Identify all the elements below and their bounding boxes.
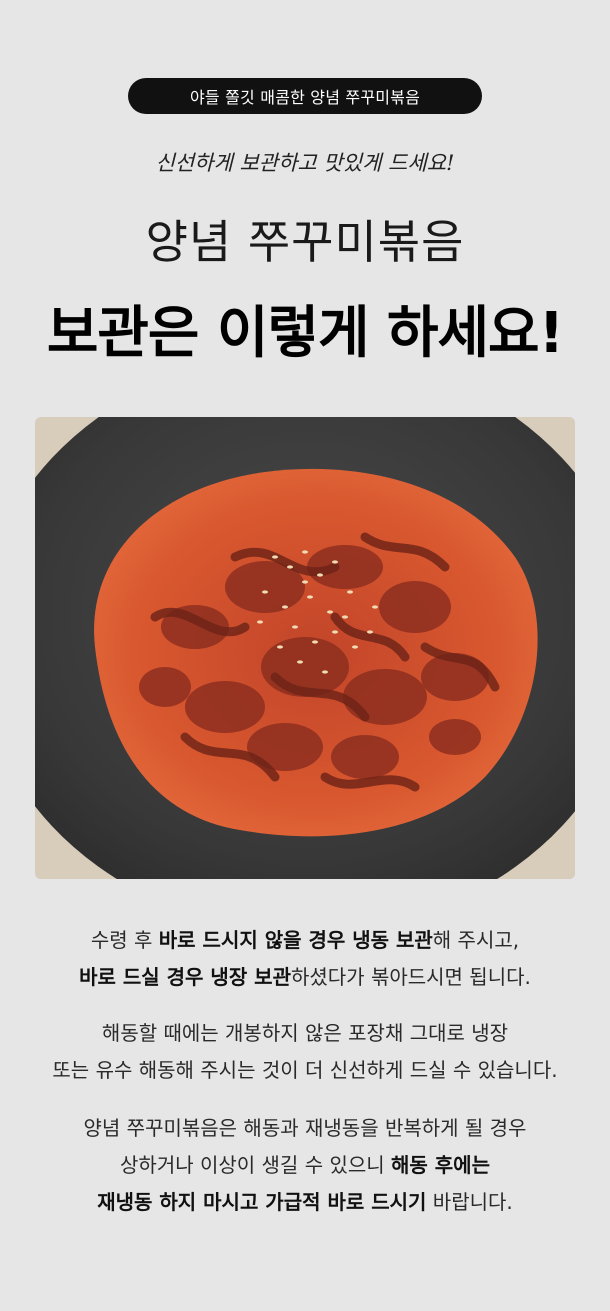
script-tagline: 신선하게 보관하고 맛있게 드세요! (155, 151, 455, 175)
subtitle-pill: 야들 쫄깃 매콤한 양념 쭈꾸미볶음 (128, 78, 482, 114)
text-line: 해동할 때에는 개봉하지 않은 포장채 그대로 냉장 (101, 1021, 509, 1045)
page-headline: 보관은 이렇게 하세요! (46, 301, 564, 366)
subtitle-pill-text: 야들 쫄깃 매콤한 양념 쭈꾸미볶음 (189, 88, 421, 107)
stir-fried-octopus-dish-photo (35, 417, 575, 879)
page-title: 양념 쭈꾸미볶음 (145, 215, 465, 269)
emphasis-text: 바로 드시지 않을 경우 냉동 보관 (158, 928, 433, 952)
emphasis-text: 바로 드실 경우 냉장 보관 (79, 965, 291, 989)
storage-instruction-1: 수령 후 바로 드시지 않을 경우 냉동 보관해 주시고, 바로 드실 경우 냉… (0, 922, 610, 996)
storage-instruction-3: 양념 쭈꾸미볶음은 해동과 재냉동을 반복하게 될 경우 상하거나 이상이 생길… (0, 1110, 610, 1221)
text-line: 양념 쭈꾸미볶음은 해동과 재냉동을 반복하게 될 경우 (83, 1116, 527, 1140)
text-segment: 수령 후 (90, 928, 159, 952)
text-segment: 바랍니다. (426, 1190, 513, 1214)
text-segment: 상하거나 이상이 생길 수 있으니 (120, 1153, 392, 1177)
text-line: 또는 유수 해동해 주시는 것이 더 신선하게 드실 수 있습니다. (52, 1058, 558, 1082)
text-segment: 해 주시고, (432, 928, 520, 952)
storage-instruction-2: 해동할 때에는 개봉하지 않은 포장채 그대로 냉장 또는 유수 해동해 주시는… (0, 1015, 610, 1089)
dish-photo (35, 417, 575, 879)
emphasis-text: 재냉동 하지 마시고 가급적 바로 드시기 (97, 1190, 427, 1214)
emphasis-text: 해동 후에는 (391, 1153, 490, 1177)
text-segment: 하셨다가 볶아드시면 됩니다. (290, 965, 531, 989)
